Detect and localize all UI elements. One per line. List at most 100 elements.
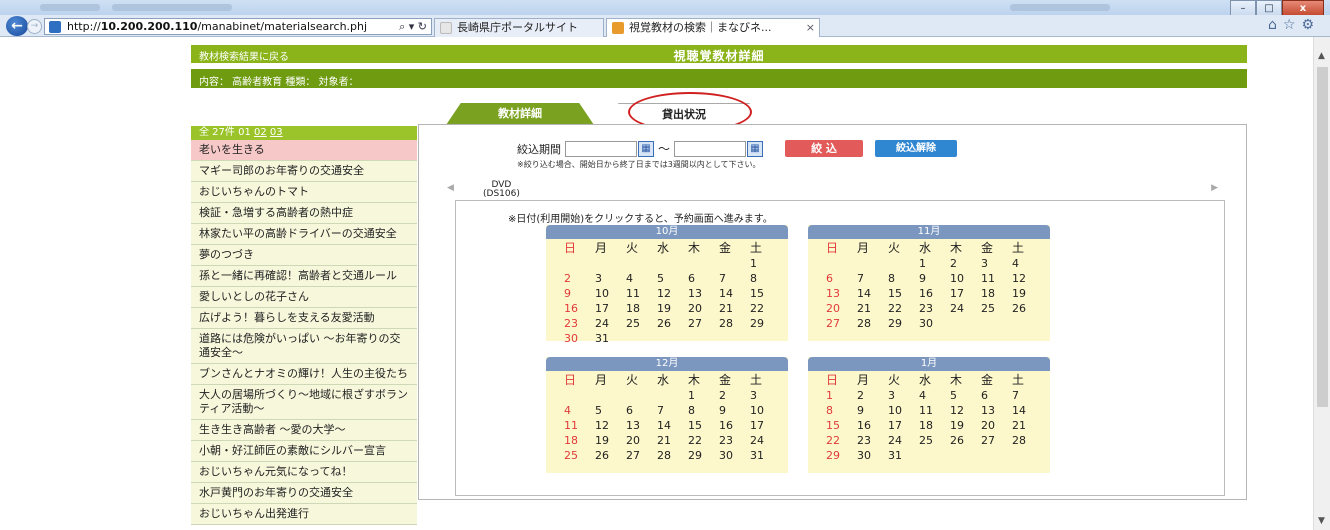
calendar-day[interactable]: 24: [744, 433, 775, 448]
calendar-day[interactable]: 6: [820, 271, 851, 286]
calendar-day[interactable]: 17: [882, 418, 913, 433]
calendar-day[interactable]: 29: [820, 448, 851, 463]
browser-tool-icons[interactable]: ⌂☆⚙: [1268, 17, 1320, 33]
calendar-day[interactable]: 4: [558, 403, 589, 418]
scroll-down-icon[interactable]: ▼: [1318, 516, 1325, 526]
calendar-day[interactable]: 18: [620, 301, 651, 316]
list-item[interactable]: 水戸黄門のお年寄りの交通安全: [191, 483, 417, 504]
calendar-day[interactable]: 19: [651, 301, 682, 316]
calendar-day[interactable]: 16: [851, 418, 882, 433]
list-item[interactable]: ブンさんとナオミの輝け！人生の主役たち: [191, 364, 417, 385]
calendar-day[interactable]: 15: [882, 286, 913, 301]
calendar-day[interactable]: 31: [589, 331, 620, 346]
calendar-day[interactable]: 25: [620, 316, 651, 331]
calendar-day[interactable]: 15: [820, 418, 851, 433]
calendar-day[interactable]: 31: [882, 448, 913, 463]
calendar-day[interactable]: 27: [682, 316, 713, 331]
calendar-day[interactable]: 12: [651, 286, 682, 301]
calendar-day[interactable]: 19: [1006, 286, 1037, 301]
calendar-day[interactable]: 23: [558, 316, 589, 331]
calendar-day[interactable]: 24: [589, 316, 620, 331]
browser-tab-portal[interactable]: 長崎県庁ポータルサイト: [434, 18, 604, 37]
list-item[interactable]: 小朝・好江師匠の素敵にシルバー宣言: [191, 441, 417, 462]
calendar-day[interactable]: 5: [944, 388, 975, 403]
calendar-day[interactable]: 3: [882, 388, 913, 403]
calendar-day[interactable]: 7: [851, 271, 882, 286]
calendar-day[interactable]: 5: [651, 271, 682, 286]
calendar-day[interactable]: 25: [975, 301, 1006, 316]
list-item[interactable]: おじいちゃんのトマト: [191, 182, 417, 203]
calendar-day[interactable]: 9: [913, 271, 944, 286]
address-controls[interactable]: ⌕ ▾ ↻: [399, 20, 427, 34]
calendar-day[interactable]: 9: [713, 403, 744, 418]
list-item[interactable]: 道路には危険がいっぱい ～お年寄りの交通安全～: [191, 329, 417, 364]
list-item[interactable]: 夢のつづき: [191, 245, 417, 266]
calendar-day[interactable]: 8: [682, 403, 713, 418]
calendar-day[interactable]: 6: [620, 403, 651, 418]
calendar-day[interactable]: 22: [820, 433, 851, 448]
calendar-day[interactable]: 21: [851, 301, 882, 316]
list-item[interactable]: 検証・急増する高齢者の熱中症: [191, 203, 417, 224]
calendar-day[interactable]: 26: [1006, 301, 1037, 316]
calendar-day[interactable]: 16: [558, 301, 589, 316]
calendar-day[interactable]: 17: [744, 418, 775, 433]
calendar-day[interactable]: 16: [713, 418, 744, 433]
calendar-day[interactable]: 18: [975, 286, 1006, 301]
calendar-day[interactable]: 22: [882, 301, 913, 316]
list-item[interactable]: マギー司郎のお年寄りの交通安全: [191, 161, 417, 182]
calendar-day[interactable]: 29: [882, 316, 913, 331]
calendar-day[interactable]: 9: [558, 286, 589, 301]
calendar-day[interactable]: 28: [1006, 433, 1037, 448]
calendar-day[interactable]: 10: [589, 286, 620, 301]
calendar-day[interactable]: 8: [820, 403, 851, 418]
calendar-day[interactable]: 6: [682, 271, 713, 286]
calendar-day[interactable]: 30: [913, 316, 944, 331]
calendar-day[interactable]: 19: [589, 433, 620, 448]
calendar-day[interactable]: 2: [558, 271, 589, 286]
calendar-day[interactable]: 20: [975, 418, 1006, 433]
calendar-day[interactable]: 23: [713, 433, 744, 448]
calendar-day[interactable]: 23: [851, 433, 882, 448]
calendar-day[interactable]: 1: [913, 256, 944, 271]
list-item[interactable]: 広げよう！暮らしを支える友愛活動: [191, 308, 417, 329]
calendar-day[interactable]: 11: [913, 403, 944, 418]
calendar-day[interactable]: 22: [682, 433, 713, 448]
calendar-day[interactable]: 12: [1006, 271, 1037, 286]
start-calendar-icon[interactable]: ▦: [638, 140, 654, 157]
clear-filter-button[interactable]: 絞込解除: [875, 140, 958, 157]
calendar-day[interactable]: 24: [882, 433, 913, 448]
calendar-day[interactable]: 6: [975, 388, 1006, 403]
calendar-day[interactable]: 14: [713, 286, 744, 301]
calendar-day[interactable]: 26: [944, 433, 975, 448]
scroll-thumb[interactable]: [1317, 67, 1328, 407]
calendar-day[interactable]: 15: [682, 418, 713, 433]
calendar-day[interactable]: 15: [744, 286, 775, 301]
back-button[interactable]: ←: [6, 16, 28, 36]
list-item[interactable]: 孫と一緒に再確認！高齢者と交通ルール: [191, 266, 417, 287]
calendar-day[interactable]: 20: [620, 433, 651, 448]
calendar-day[interactable]: 25: [913, 433, 944, 448]
calendar-day[interactable]: 2: [851, 388, 882, 403]
calendar-day[interactable]: 8: [744, 271, 775, 286]
calendar-day[interactable]: 13: [620, 418, 651, 433]
calendar-day[interactable]: 23: [913, 301, 944, 316]
calendar-day[interactable]: 4: [620, 271, 651, 286]
calendar-day[interactable]: 2: [713, 388, 744, 403]
page-link-02[interactable]: 02: [254, 127, 267, 138]
calendar-day[interactable]: 28: [713, 316, 744, 331]
calendar-day[interactable]: 3: [975, 256, 1006, 271]
calendar-day[interactable]: 21: [713, 301, 744, 316]
calendar-day[interactable]: 19: [944, 418, 975, 433]
calendar-day[interactable]: 20: [682, 301, 713, 316]
calendar-day[interactable]: 1: [820, 388, 851, 403]
forward-button[interactable]: →: [27, 19, 42, 34]
calendar-day[interactable]: 14: [851, 286, 882, 301]
calendar-day[interactable]: 20: [820, 301, 851, 316]
calendar-day[interactable]: 7: [1006, 388, 1037, 403]
list-item[interactable]: おじいちゃん元気になってね！: [191, 462, 417, 483]
start-date-input[interactable]: [565, 140, 637, 157]
calendar-day[interactable]: 27: [820, 316, 851, 331]
calendar-day[interactable]: 10: [882, 403, 913, 418]
calendar-day[interactable]: 16: [913, 286, 944, 301]
calendar-day[interactable]: 22: [744, 301, 775, 316]
